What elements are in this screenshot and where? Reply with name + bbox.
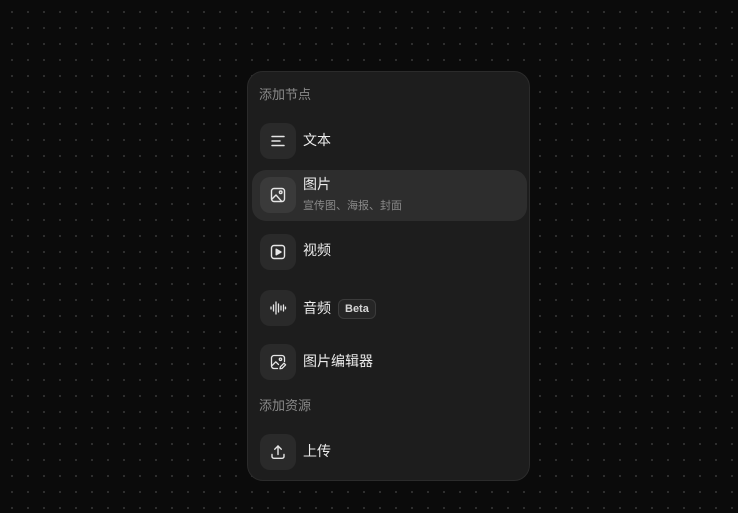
image-edit-icon [260,344,296,380]
menu-item-label: 图片编辑器 [303,354,373,370]
beta-badge: Beta [338,299,376,319]
menu-item-description: 宣传图、海报、封面 [303,199,402,212]
add-node-menu: 添加节点 文本 图片 宣传图、海报、封面 视频 音频 Beta 图片编辑器 添加… [247,71,530,481]
menu-item-label: 上传 [303,444,331,460]
audio-waveform-icon [260,290,296,326]
upload-icon [260,434,296,470]
menu-item-text[interactable]: 文本 [252,119,527,163]
image-icon [260,177,296,213]
menu-item-upload[interactable]: 上传 [252,430,527,474]
video-play-icon [260,234,296,270]
section-label-add-node: 添加节点 [259,88,312,103]
menu-item-label: 图片 [303,177,331,193]
menu-item-label: 视频 [303,243,331,259]
menu-item-video[interactable]: 视频 [252,230,527,274]
menu-item-label: 音频 [303,301,331,317]
text-lines-icon [260,123,296,159]
menu-item-audio[interactable]: 音频 Beta [252,286,527,330]
section-label-add-asset: 添加资源 [259,399,312,414]
menu-item-image-editor[interactable]: 图片编辑器 [252,340,527,384]
menu-item-label: 文本 [303,133,331,149]
menu-item-image[interactable]: 图片 宣传图、海报、封面 [252,170,527,221]
